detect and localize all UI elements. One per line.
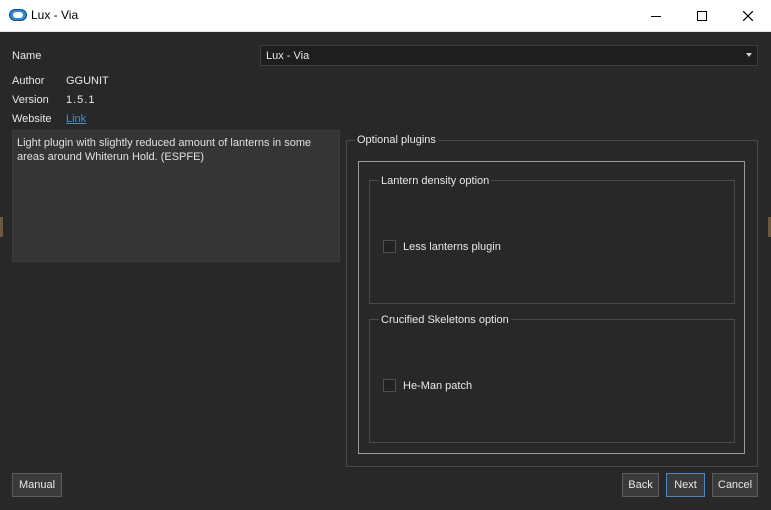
window-titlebar: Lux - Via: [0, 0, 771, 32]
lantern-density-title: Lantern density option: [379, 175, 492, 187]
window-title: Lux - Via: [31, 8, 79, 22]
app-icon: [9, 9, 27, 21]
name-label: Name: [12, 50, 42, 62]
version-value: 1.5.1: [66, 94, 96, 106]
name-select-value: Lux - Via: [266, 50, 310, 62]
he-man-patch-checkbox[interactable]: [383, 379, 396, 392]
crucified-skeletons-title: Crucified Skeletons option: [379, 314, 511, 326]
website-label: Website: [12, 113, 52, 125]
website-link[interactable]: Link: [66, 113, 86, 125]
installer-dialog: Name Lux - Via Author GGUNIT Version 1.5…: [0, 32, 771, 510]
manual-button[interactable]: Manual: [12, 473, 62, 497]
chevron-down-icon: [746, 53, 752, 57]
description-box: Light plugin with slightly reduced amoun…: [12, 130, 340, 262]
less-lanterns-label[interactable]: Less lanterns plugin: [403, 241, 501, 253]
author-value: GGUNIT: [66, 75, 109, 87]
next-button[interactable]: Next: [666, 473, 705, 497]
author-label: Author: [12, 75, 45, 87]
maximize-button[interactable]: [679, 0, 725, 31]
optional-plugins-title: Optional plugins: [355, 134, 438, 146]
cancel-button[interactable]: Cancel: [712, 473, 758, 497]
name-select[interactable]: Lux - Via: [260, 45, 758, 66]
window-edge-left: [0, 217, 3, 237]
close-button[interactable]: [725, 0, 771, 31]
close-icon: [743, 10, 753, 21]
minimize-button[interactable]: [633, 0, 679, 31]
he-man-patch-label[interactable]: He-Man patch: [403, 380, 472, 392]
maximize-icon: [697, 10, 707, 21]
minimize-icon: [651, 15, 661, 17]
less-lanterns-checkbox[interactable]: [383, 240, 396, 253]
version-label: Version: [12, 94, 49, 106]
back-button[interactable]: Back: [622, 473, 659, 497]
